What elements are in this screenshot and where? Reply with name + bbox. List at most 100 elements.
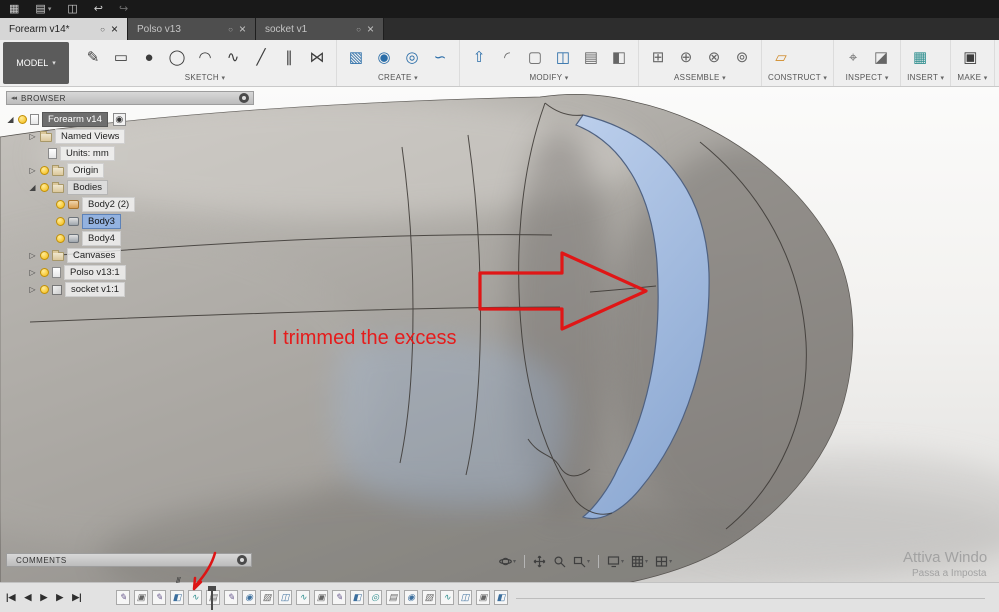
- tab-close-icon[interactable]: ×: [111, 23, 118, 35]
- split-body-icon[interactable]: ◧: [606, 44, 632, 70]
- visibility-bulb-icon[interactable]: [56, 217, 65, 226]
- timeline-feature-icon[interactable]: ✎: [152, 590, 166, 605]
- timeline-feature-icon[interactable]: ◎: [368, 590, 382, 605]
- box-icon[interactable]: ▧: [343, 44, 369, 70]
- tab-close-icon[interactable]: ×: [239, 23, 246, 35]
- visibility-bulb-icon[interactable]: [40, 285, 49, 294]
- visibility-bulb-icon[interactable]: [40, 183, 49, 192]
- browser-item-body3[interactable]: Body3: [6, 213, 254, 230]
- timeline-feature-icon[interactable]: ◧: [494, 590, 508, 605]
- combine-icon[interactable]: ◫: [550, 44, 576, 70]
- insert-icon[interactable]: ▦: [907, 44, 933, 70]
- visibility-bulb-icon[interactable]: [56, 234, 65, 243]
- browser-item-units[interactable]: Units: mm: [6, 145, 254, 162]
- toolbar-group-label[interactable]: MAKE ▾: [957, 72, 987, 84]
- timeline-feature-icon[interactable]: ◉: [404, 590, 418, 605]
- item-label[interactable]: Body3: [82, 214, 121, 229]
- item-label[interactable]: socket v1:1: [65, 282, 126, 297]
- redo-icon[interactable]: ↪: [119, 3, 128, 15]
- item-label[interactable]: Polso v13:1: [64, 265, 126, 280]
- play-button[interactable]: ▶: [40, 592, 47, 603]
- expand-icon[interactable]: ▷: [28, 166, 37, 175]
- save-icon[interactable]: ◫: [67, 3, 77, 15]
- fit-icon[interactable]: ▾: [571, 554, 592, 569]
- tab-close-icon[interactable]: ×: [367, 23, 374, 35]
- item-label[interactable]: Forearm v14: [42, 112, 108, 127]
- browser-item-root-component[interactable]: ◢ Forearm v14 ◉: [6, 111, 254, 128]
- item-label[interactable]: Named Views: [55, 129, 126, 144]
- item-label[interactable]: Bodies: [67, 180, 109, 195]
- toolbar-group-label[interactable]: SKETCH ▾: [80, 72, 330, 84]
- browser-item-named-views[interactable]: ▷ Named Views: [6, 128, 254, 145]
- timeline-feature-icon[interactable]: ▧: [422, 590, 436, 605]
- timeline-feature-icon[interactable]: ◫: [458, 590, 472, 605]
- timeline-feature-icon[interactable]: ▤: [386, 590, 400, 605]
- expand-icon[interactable]: ▷: [28, 132, 37, 141]
- visibility-bulb-icon[interactable]: [40, 251, 49, 260]
- timeline-feature-icon[interactable]: ▣: [134, 590, 148, 605]
- toolbar-group-label[interactable]: CONSTRUCT ▾: [768, 72, 827, 84]
- toolbar-group-label[interactable]: INSPECT ▾: [840, 72, 894, 84]
- item-label[interactable]: Units: mm: [60, 146, 115, 161]
- pan-icon[interactable]: [531, 554, 548, 569]
- visibility-bulb-icon[interactable]: [18, 115, 27, 124]
- toolbar-group-label[interactable]: ASSEMBLE ▾: [645, 72, 755, 84]
- line-icon[interactable]: ╱: [248, 44, 274, 70]
- visibility-bulb-icon[interactable]: [56, 200, 65, 209]
- timeline-feature-icon[interactable]: ✎: [224, 590, 238, 605]
- press-pull-icon[interactable]: ⇧: [466, 44, 492, 70]
- browser-item-socket-reference[interactable]: ▷ socket v1:1: [6, 281, 254, 298]
- browser-panel-header[interactable]: ◂◂ BROWSER: [6, 91, 254, 105]
- zoom-icon[interactable]: [551, 554, 568, 569]
- as-built-joint-icon[interactable]: ⊗: [701, 44, 727, 70]
- visibility-bulb-icon[interactable]: [40, 166, 49, 175]
- activate-component-radio[interactable]: ◉: [112, 113, 126, 126]
- offset-icon[interactable]: ∥: [276, 44, 302, 70]
- step-back-button[interactable]: ◀: [24, 592, 31, 603]
- rigid-group-icon[interactable]: ⊚: [729, 44, 755, 70]
- panel-options-button[interactable]: [239, 93, 249, 103]
- timeline-feature-icon[interactable]: ∿: [296, 590, 310, 605]
- timeline-feature-icon[interactable]: ◉: [242, 590, 256, 605]
- item-label[interactable]: Canvases: [67, 248, 122, 263]
- step-forward-button[interactable]: ▶: [56, 592, 63, 603]
- create-sketch-icon[interactable]: ✎: [80, 44, 106, 70]
- item-label[interactable]: Body2 (2): [82, 197, 136, 212]
- offset-plane-icon[interactable]: ▱: [768, 44, 794, 70]
- browser-item-body2[interactable]: Body2 (2): [6, 196, 254, 213]
- browser-item-body4[interactable]: Body4: [6, 230, 254, 247]
- revolve-icon[interactable]: ◎: [399, 44, 425, 70]
- item-label[interactable]: Origin: [67, 163, 105, 178]
- go-to-end-button[interactable]: ▶|: [72, 592, 81, 603]
- item-label[interactable]: Body4: [82, 231, 121, 246]
- viewport-canvas[interactable]: I trimmed the excess ◂◂ BROWSER ◢ Forear…: [0, 87, 999, 612]
- browser-item-bodies[interactable]: ◢ Bodies: [6, 179, 254, 196]
- toolbar-group-label[interactable]: INSERT ▾: [907, 72, 944, 84]
- workspace-switcher-button[interactable]: MODEL ▾: [3, 42, 69, 84]
- panel-options-button[interactable]: [237, 555, 247, 565]
- expand-icon[interactable]: ▷: [28, 285, 37, 294]
- expand-icon[interactable]: ▷: [28, 268, 37, 277]
- browser-item-polso-reference[interactable]: ▷ Polso v13:1: [6, 264, 254, 281]
- expand-icon[interactable]: ▷: [28, 251, 37, 260]
- timeline-feature-icon[interactable]: ◧: [350, 590, 364, 605]
- new-component-icon[interactable]: ⊞: [645, 44, 671, 70]
- 3d-print-icon[interactable]: ▣: [957, 44, 983, 70]
- browser-item-origin[interactable]: ▷ Origin: [6, 162, 254, 179]
- expand-icon[interactable]: ◢: [28, 183, 37, 192]
- document-tab[interactable]: Forearm v14* ○ ×: [0, 18, 128, 40]
- go-to-start-button[interactable]: |◀: [6, 592, 15, 603]
- timeline-feature-icon[interactable]: ✎: [332, 590, 346, 605]
- orbit-icon[interactable]: ▾: [497, 554, 518, 569]
- display-settings-icon[interactable]: ▾: [605, 554, 626, 569]
- spline-icon[interactable]: ∿: [220, 44, 246, 70]
- timeline-feature-icon[interactable]: ∿: [440, 590, 454, 605]
- rectangle-icon[interactable]: ▭: [108, 44, 134, 70]
- viewports-icon[interactable]: ▾: [653, 554, 674, 569]
- undo-icon[interactable]: ↩: [94, 3, 103, 15]
- mirror-icon[interactable]: ⋈: [304, 44, 330, 70]
- replace-face-icon[interactable]: ▤: [578, 44, 604, 70]
- toolbar-group-label[interactable]: CREATE ▾: [343, 72, 453, 84]
- shell-icon[interactable]: ▢: [522, 44, 548, 70]
- toolbar-group-label[interactable]: MODIFY ▾: [466, 72, 632, 84]
